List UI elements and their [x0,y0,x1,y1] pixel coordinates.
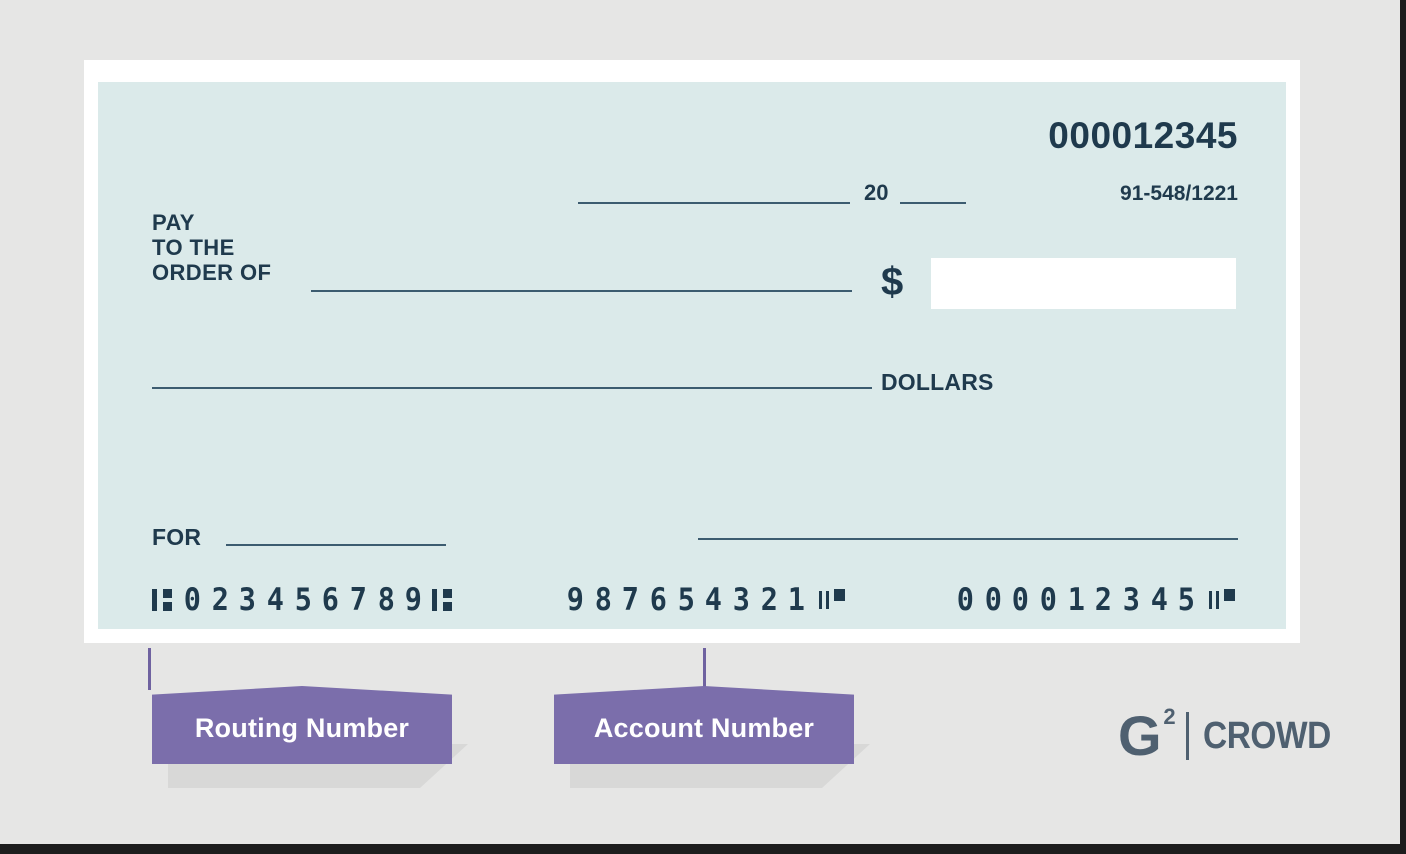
micr-digit: 5 [1178,582,1196,618]
micr-digit: 9 [405,582,423,618]
micr-digit: 2 [1095,582,1113,618]
micr-digit: 4 [705,582,723,618]
date-month-day-line[interactable] [578,202,850,204]
micr-digit: 1 [788,582,806,618]
date-row: 20 [578,174,1008,204]
g2-crowd-logo: G 2 CROWD [1118,706,1348,764]
signature-line[interactable] [698,538,1238,540]
micr-digit: 8 [377,582,395,618]
pay-label-line-3: ORDER OF [152,260,272,285]
callout-pointer-line [148,648,151,690]
g2-logo-letter: G [1118,704,1162,767]
micr-digit: 2 [760,582,778,618]
micr-digit: 3 [1122,582,1140,618]
date-century-prefix: 20 [864,180,889,205]
micr-digit: 8 [594,582,612,618]
micr-account-group: 9 8 7 6 5 4 3 2 1 [566,577,847,623]
callout-label: Account Number [593,713,815,743]
micr-transit-symbol-icon [152,585,174,615]
micr-digit: 1 [1067,582,1085,618]
pay-to-the-order-of-label: PAY TO THE ORDER OF [152,210,271,285]
micr-routing-group: 0 2 3 4 5 6 7 8 9 [152,577,463,623]
micr-digit: 6 [322,582,340,618]
g2-logo-mark: G 2 [1118,706,1176,764]
micr-on-us-symbol-icon [817,585,847,615]
micr-digit: 0 [956,582,974,618]
logo-wordmark: CROWD [1202,714,1331,757]
callout-pointer-line [703,648,706,690]
micr-digit: 0 [1012,582,1030,618]
micr-digit: 0 [984,582,1002,618]
micr-transit-symbol-icon [432,585,454,615]
for-label: FOR [152,524,202,550]
micr-check-number-group: 0 0 0 0 1 2 3 4 5 [956,577,1237,623]
pay-label-line-2: TO THE [152,235,235,260]
micr-digit: 4 [266,582,284,618]
micr-digit: 2 [211,582,229,618]
micr-on-us-symbol-icon [1207,585,1237,615]
dollar-sign-icon: $ [881,260,904,304]
callout-label: Routing Number [194,713,410,743]
pay-label-line-1: PAY [152,210,195,235]
logo-divider [1185,712,1189,760]
micr-digit: 7 [349,582,367,618]
micr-digit: 4 [1150,582,1168,618]
micr-digit: 3 [732,582,750,618]
micr-digit: 5 [294,582,312,618]
callout-banner[interactable]: Account Number [554,686,854,764]
check-frame: 000012345 91-548/1221 20 PAY TO THE ORDE… [84,60,1300,643]
date-year-line[interactable] [900,202,967,204]
micr-digit: 6 [649,582,667,618]
micr-digit: 9 [566,582,584,618]
written-amount-line[interactable] [152,387,872,389]
micr-digit: 7 [622,582,640,618]
payee-line[interactable] [311,290,852,292]
micr-digit: 0 [1039,582,1057,618]
memo-line[interactable] [226,544,446,546]
micr-digit: 5 [677,582,695,618]
fractional-routing-number: 91-548/1221 [1120,182,1238,205]
micr-digit: 0 [183,582,201,618]
dollars-label: DOLLARS [881,369,994,395]
amount-numeric-box[interactable] [931,258,1236,309]
micr-digit: 3 [239,582,257,618]
check-body: 000012345 91-548/1221 20 PAY TO THE ORDE… [98,82,1286,629]
check-number: 000012345 [1048,115,1238,156]
callout-banner[interactable]: Routing Number [152,686,452,764]
page-canvas: 000012345 91-548/1221 20 PAY TO THE ORDE… [0,0,1406,854]
g2-logo-superscript: 2 [1163,704,1175,729]
